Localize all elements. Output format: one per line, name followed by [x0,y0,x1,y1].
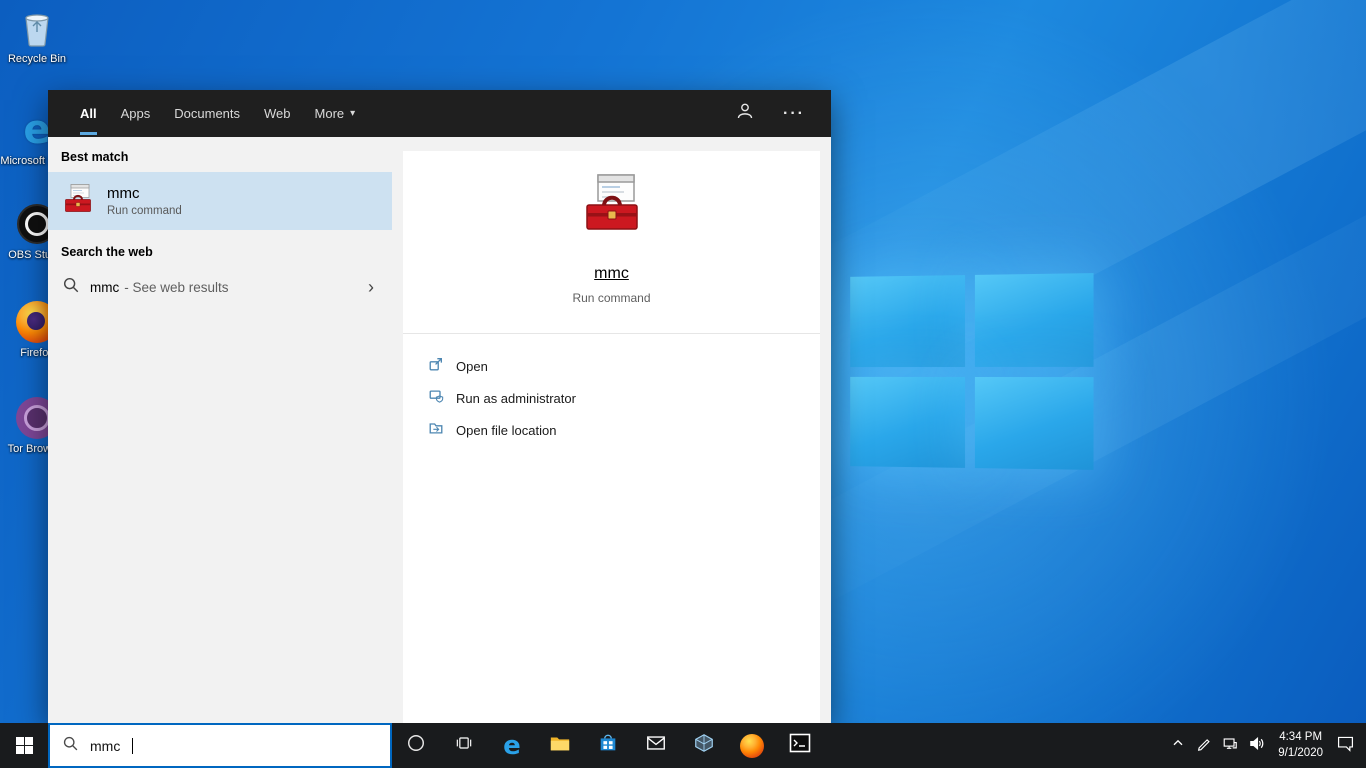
taskbar-command-prompt-button[interactable] [776,723,824,768]
taskbar-spacer [824,723,1165,768]
overflow-menu-icon[interactable]: ··· [783,105,805,123]
desktop-icon-recycle-bin[interactable]: Recycle Bin [0,6,74,66]
action-center-button[interactable] [1331,723,1360,768]
web-search-result[interactable]: mmc - See web results › [48,267,392,307]
open-file-location-label: Open file location [456,422,557,438]
preview-actions: Open Run as administrator Open file loca… [403,334,820,446]
windows-logo-pane [850,275,965,367]
cortana-icon [406,733,426,758]
task-view-icon [454,733,474,758]
best-match-result[interactable]: mmc Run command [48,172,392,230]
run-as-admin-label: Run as administrator [456,390,576,406]
cortana-button[interactable] [392,723,440,768]
windows-logo-pane [974,273,1094,367]
search-web-heading: Search the web [61,245,153,259]
search-input-value: mmc [90,737,121,754]
preview-title: mmc [594,265,629,282]
best-match-heading: Best match [61,150,129,164]
desktop-icon-label: Recycle Bin [7,53,67,65]
chevron-down-icon: ▾ [350,108,356,119]
cube-app-icon [693,732,715,759]
preview-pane: mmc Run command Open Run as administrato… [403,151,820,723]
clock-date: 9/1/2020 [1278,746,1323,759]
taskbar-app-button[interactable] [680,723,728,768]
best-match-subtitle: Run command [107,205,182,217]
taskbar-firefox-button[interactable] [728,723,776,768]
text-caret [132,737,134,754]
tab-all[interactable]: All [68,90,109,137]
command-prompt-icon [788,731,812,760]
taskbar-edge-button[interactable]: e [488,723,536,768]
windows-logo-pane [974,376,1094,470]
network-icon [1222,735,1238,756]
microsoft-store-icon [597,732,619,759]
task-view-button[interactable] [440,723,488,768]
mail-icon [645,732,667,759]
search-icon [62,735,79,757]
system-tray: 4:34 PM 9/1/2020 [1165,723,1366,768]
taskbar-store-button[interactable] [584,723,632,768]
search-filter-bar: All Apps Documents Web More ▾ ··· [48,90,831,137]
web-result-query: mmc [90,279,120,295]
chevron-right-icon[interactable]: › [364,278,378,296]
taskbar-clock[interactable]: 4:34 PM 9/1/2020 [1270,730,1331,761]
volume-icon [1248,735,1265,757]
mmc-app-icon [62,183,94,220]
hidden-icons-button[interactable] [1165,723,1191,768]
tab-more[interactable]: More ▾ [303,90,368,137]
tab-web[interactable]: Web [252,90,303,137]
pen-icon [1196,735,1212,756]
clock-time: 4:34 PM [1279,730,1323,743]
action-center-icon [1336,734,1355,758]
open-icon [428,356,444,377]
firefox-icon [740,733,764,758]
start-button[interactable] [0,723,48,768]
windows-logo-wallpaper [850,273,1094,470]
taskbar-search-input[interactable]: mmc [48,723,392,768]
open-action[interactable]: Open [428,350,820,382]
run-as-admin-action[interactable]: Run as administrator [428,382,820,414]
best-match-text: mmc Run command [107,185,182,217]
volume-button[interactable] [1243,723,1270,768]
mmc-app-icon-large [580,172,644,241]
header-actions: ··· [735,90,831,137]
results-list: Best match mmc Run command Search the we… [48,137,392,723]
windows-ink-button[interactable] [1191,723,1217,768]
open-file-location-action[interactable]: Open file location [428,414,820,446]
search-flyout: All Apps Documents Web More ▾ ··· Best m… [48,90,831,723]
file-explorer-icon [549,732,571,759]
account-icon[interactable] [735,101,755,126]
recycle-bin-icon [15,6,59,50]
best-match-title: mmc [107,185,140,202]
windows-logo-pane [850,376,965,468]
windows-start-icon [15,737,33,754]
preview-subtitle: Run command [572,291,651,305]
search-results-area: Best match mmc Run command Search the we… [48,137,831,723]
network-button[interactable] [1217,723,1243,768]
search-icon [62,276,80,299]
tab-documents[interactable]: Documents [162,90,252,137]
shield-icon [428,388,444,409]
folder-location-icon [428,420,444,441]
web-result-suffix: - See web results [124,279,229,295]
open-action-label: Open [456,358,488,374]
taskbar-mail-button[interactable] [632,723,680,768]
edge-icon: e [503,730,521,761]
taskbar-file-explorer-button[interactable] [536,723,584,768]
chevron-up-icon [1170,735,1186,756]
tab-apps[interactable]: Apps [109,90,163,137]
taskbar: mmc e 4:34 PM 9/1/2020 [0,723,1366,768]
